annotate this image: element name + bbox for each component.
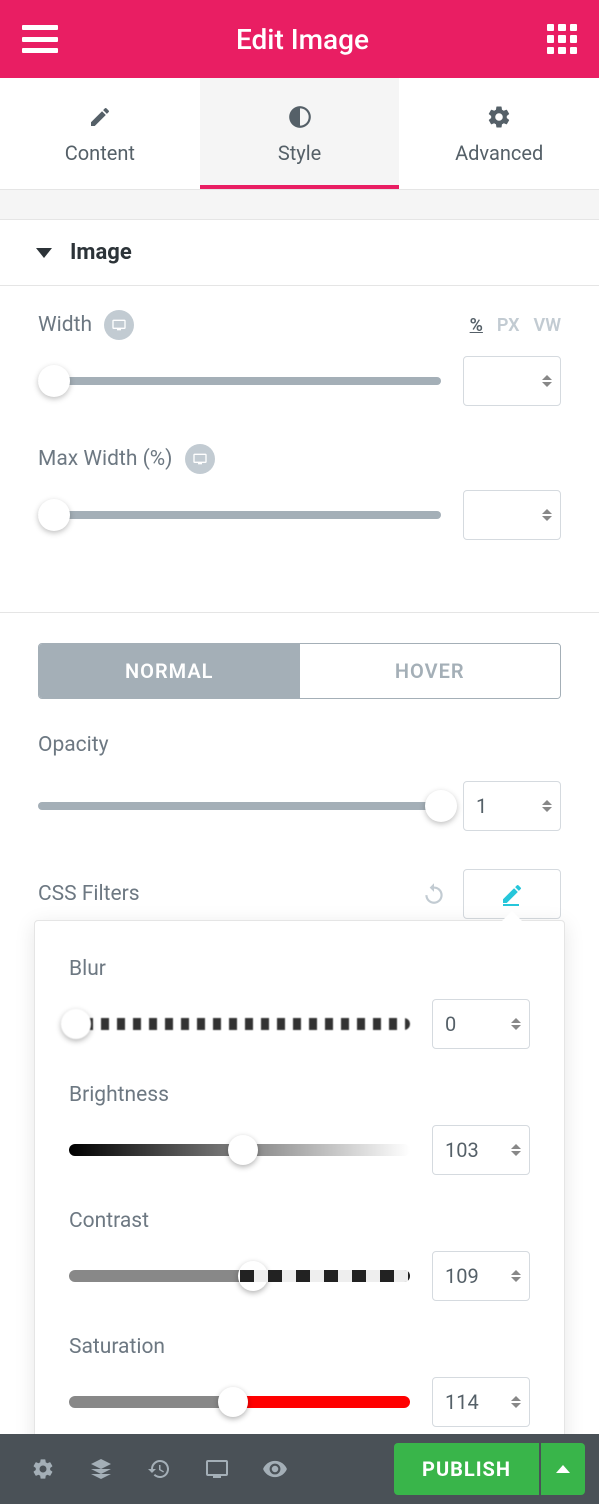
brightness-input[interactable]: 103 [432,1125,530,1175]
navigator-icon[interactable] [72,1434,130,1504]
pencil-icon [86,103,114,131]
brightness-value: 103 [445,1138,479,1162]
contrast-input[interactable]: 109 [432,1251,530,1301]
publish-button[interactable]: PUBLISH [394,1443,539,1495]
saturation-thumb[interactable] [218,1387,248,1417]
blur-value: 0 [445,1012,456,1036]
spinner-icon[interactable] [511,1270,521,1282]
width-label-text: Width [38,313,92,337]
tab-advanced-label: Advanced [455,141,543,165]
state-section: NORMAL HOVER Opacity 1 CSS Filters [0,612,599,949]
maxwidth-slider-thumb[interactable] [38,499,70,531]
width-units: % PX VW [470,315,561,336]
saturation-value: 114 [445,1390,479,1414]
preview-icon[interactable] [246,1434,304,1504]
tab-content-label: Content [65,141,135,165]
opacity-value: 1 [476,794,487,818]
reset-icon[interactable] [421,880,449,908]
spinner-icon[interactable] [542,800,552,812]
publish-group: PUBLISH [394,1443,585,1495]
panel-title: Edit Image [236,23,369,56]
css-filters-label: CSS Filters [38,882,140,906]
blur-label: Blur [69,957,530,981]
contrast-icon [286,103,314,131]
publish-options-button[interactable] [541,1443,585,1495]
apps-icon[interactable] [547,24,577,54]
blur-thumb[interactable] [61,1009,91,1039]
brightness-label: Brightness [69,1083,530,1107]
maxwidth-input[interactable] [463,490,561,540]
contrast-value: 109 [445,1264,479,1288]
blur-input[interactable]: 0 [432,999,530,1049]
width-slider-thumb[interactable] [38,365,70,397]
opacity-label: Opacity [38,733,561,757]
saturation-input[interactable]: 114 [432,1377,530,1427]
opacity-slider[interactable] [38,802,441,810]
maxwidth-label: Max Width (%) [38,444,215,474]
spinner-icon[interactable] [542,509,552,521]
saturation-label: Saturation [69,1335,530,1359]
width-input[interactable] [463,356,561,406]
spinner-icon[interactable] [511,1018,521,1030]
maxwidth-label-text: Max Width (%) [38,447,173,471]
state-hover[interactable]: HOVER [300,644,561,698]
unit-px[interactable]: PX [497,315,520,336]
caret-up-icon [556,1465,570,1473]
responsive-icon[interactable] [104,310,134,340]
spinner-icon[interactable] [511,1396,521,1408]
unit-percent[interactable]: % [470,315,483,336]
state-toggle: NORMAL HOVER [38,643,561,699]
section-image-title: Image [70,240,132,265]
spinner-icon[interactable] [511,1144,521,1156]
tab-advanced[interactable]: Advanced [399,78,599,189]
tab-content[interactable]: Content [0,78,200,189]
maxwidth-slider[interactable] [38,511,441,519]
width-label: Width [38,310,134,340]
image-controls: Width % PX VW Max Width (%) [0,286,599,602]
responsive-mode-icon[interactable] [188,1434,246,1504]
tab-style-label: Style [278,141,321,165]
gear-icon [485,103,513,131]
opacity-input[interactable]: 1 [463,781,561,831]
bottom-bar: PUBLISH [0,1434,599,1504]
brightness-slider[interactable] [69,1144,410,1156]
responsive-icon[interactable] [185,444,215,474]
tabs: Content Style Advanced [0,78,599,190]
menu-icon[interactable] [22,25,58,53]
saturation-slider[interactable] [69,1396,410,1408]
settings-icon[interactable] [14,1434,72,1504]
tab-style[interactable]: Style [200,78,400,189]
history-icon[interactable] [130,1434,188,1504]
section-image-header[interactable]: Image [0,220,599,285]
panel-header: Edit Image [0,0,599,78]
width-slider[interactable] [38,377,441,385]
state-normal[interactable]: NORMAL [39,644,300,698]
contrast-thumb[interactable] [238,1261,268,1291]
spinner-icon[interactable] [542,375,552,387]
chevron-down-icon [36,248,52,258]
css-filters-popup: Blur 0 Brightness 103 Contrast [34,920,565,1464]
brightness-thumb[interactable] [228,1135,258,1165]
spacer [0,190,599,220]
unit-vw[interactable]: VW [534,315,562,336]
contrast-slider[interactable] [69,1270,410,1282]
opacity-slider-thumb[interactable] [425,790,457,822]
contrast-label: Contrast [69,1209,530,1233]
blur-slider[interactable] [69,1018,410,1030]
